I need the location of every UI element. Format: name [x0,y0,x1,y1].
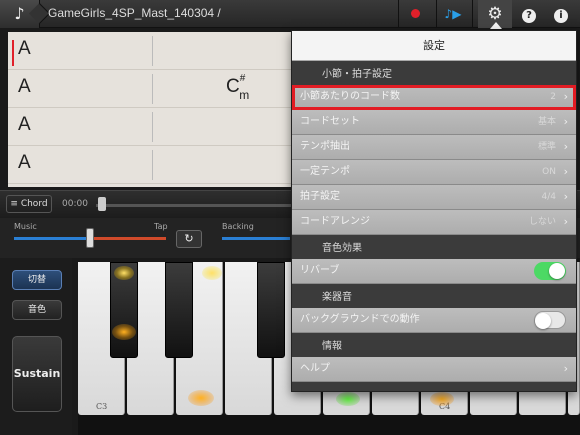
setting-value: 2 [550,92,556,102]
time-display: 00:00 [62,199,88,209]
chord-cell[interactable]: A [18,114,31,136]
popover-caret [490,22,502,29]
setting-value: ON [542,167,556,177]
chevron-right-icon: › [563,362,568,375]
backing-level-track[interactable] [222,237,290,240]
chord-cell-csharp-minor[interactable]: C#m [226,73,255,102]
music-level-track[interactable] [14,237,90,240]
playhead-cursor [12,40,14,66]
setting-label: テンポ抽出 [300,141,350,152]
setting-label: コードセット [300,116,360,127]
setting-row-help[interactable]: ヘルプ › [292,357,576,382]
bar-divider [152,36,153,66]
setting-value: 基本 [537,117,556,127]
toolbar-divider [472,0,473,28]
note-glow [112,324,136,340]
chevron-right-icon: › [563,90,568,103]
setting-row-background: バックグラウンドでの動作 [292,308,576,333]
settings-popover: 設定 小節・拍子設定 小節あたりのコード数 2 › コードセット 基本 › テン… [291,30,577,392]
balance-slider-handle[interactable] [86,228,94,248]
section-header-instrument: 楽器音 [322,292,352,303]
piano-black-key[interactable] [165,262,193,358]
chevron-right-icon: › [563,215,568,228]
setting-label: ヘルプ [300,363,330,374]
setting-label: 一定テンポ [300,166,350,177]
bar-divider [152,74,153,104]
setting-label: バックグラウンドでの動作 [300,314,420,325]
chevron-right-icon: › [563,165,568,178]
chord-cell[interactable]: A [18,38,31,60]
setting-row-chords-per-measure[interactable]: 小節あたりのコード数 2 › [292,85,576,110]
record-icon[interactable] [398,0,432,28]
key-label-c3: C3 [96,402,108,411]
section-header-measure: 小節・拍子設定 [322,69,392,80]
switch-button[interactable]: 切替 [12,270,62,290]
background-toggle[interactable] [534,311,566,329]
reverb-toggle[interactable] [534,262,566,280]
left-control-panel: 切替 音色 Sustain [0,258,72,435]
setting-label: コードアレンジ [300,216,370,227]
setting-row-reverb: リバーブ [292,259,576,284]
backing-label: Backing [222,222,254,231]
tone-button[interactable]: 音色 [12,300,62,320]
note-glow [202,266,222,280]
chevron-right-icon: › [563,115,568,128]
setting-label: リバーブ [300,265,340,276]
tap-level-track[interactable] [94,237,166,240]
song-title[interactable]: GameGirls_4SP_Mast_140304 / [48,6,221,20]
note-glow [114,266,134,280]
piano-black-key[interactable] [257,262,285,358]
settings-title: 設定 [292,31,576,61]
seek-handle[interactable] [98,197,106,211]
music-label: Music [14,222,37,231]
setting-label: 小節あたりのコード数 [300,91,400,102]
chord-cell[interactable]: A [18,76,31,98]
bar-divider [152,150,153,180]
chevron-right-icon: › [563,140,568,153]
seek-track[interactable] [96,204,296,207]
setting-row-time-signature[interactable]: 拍子設定 4/4 › [292,185,576,210]
sustain-button[interactable]: Sustain [12,336,62,412]
tap-label: Tap [154,222,168,231]
section-header-info: 情報 [322,341,342,352]
info-icon[interactable]: i [544,0,578,28]
loop-icon[interactable]: ↻ [176,230,202,248]
note-glow [336,392,360,406]
chevron-right-icon: › [563,190,568,203]
setting-row-chord-set[interactable]: コードセット 基本 › [292,110,576,135]
note-glow [188,390,214,406]
help-icon[interactable]: ? [512,0,546,28]
chord-cell[interactable]: A [18,152,31,174]
top-toolbar: ♪ GameGirls_4SP_Mast_140304 / ♪▶ ⚙ ? i [0,0,580,29]
section-header-effect: 音色効果 [322,243,362,254]
setting-label: 拍子設定 [300,191,340,202]
music-note-icon[interactable]: ♪ [0,0,40,28]
setting-row-chord-arrange[interactable]: コードアレンジ しない › [292,210,576,235]
bar-divider [152,112,153,142]
setting-row-constant-tempo[interactable]: 一定テンポ ON › [292,160,576,185]
setting-value: しない [528,217,556,227]
setting-row-tempo-extraction[interactable]: テンポ抽出 標準 › [292,135,576,160]
setting-value: 標準 [537,142,556,152]
chord-tab[interactable]: ≡ Chord [6,195,52,213]
setting-value: 4/4 [541,192,556,202]
note-glow [430,392,454,406]
play-arrows-icon[interactable]: ♪▶ [436,0,470,28]
